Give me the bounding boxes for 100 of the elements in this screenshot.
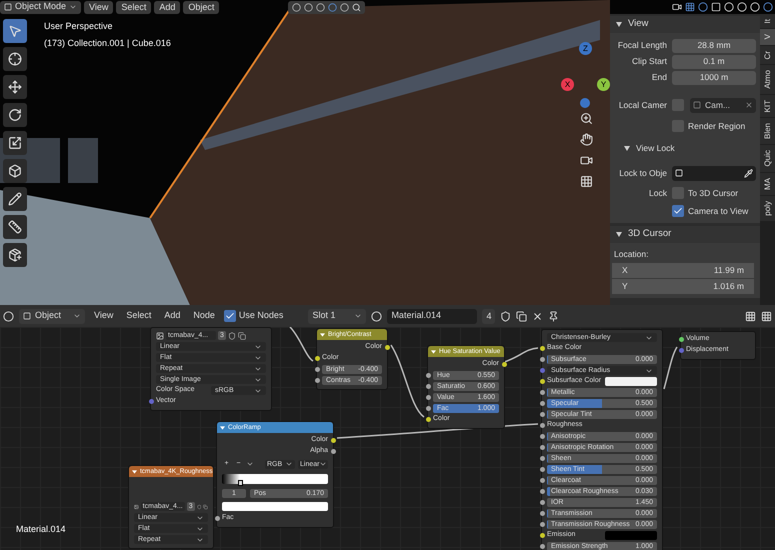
axis-label: Y [622,280,628,293]
collapse-icon[interactable] [220,426,225,430]
menu-item[interactable]: Select [116,0,152,14]
grid-icon[interactable] [580,175,592,188]
rotate-icon [8,108,22,122]
tool-button[interactable] [3,159,27,183]
sidebar-tab[interactable]: It [760,14,775,28]
xray-icon[interactable] [711,2,721,12]
duplicate-icon[interactable] [238,332,246,340]
node-wire [663,346,678,390]
number-field[interactable]: 28.8 mm [672,38,756,52]
menu-item[interactable]: Node [189,309,219,323]
editor-type-icon[interactable] [3,310,14,322]
menu-item[interactable]: Add [154,0,180,14]
menu-item[interactable]: Add [160,309,184,323]
color-swatch[interactable] [605,377,657,386]
collapse-icon[interactable] [320,332,325,336]
checkbox[interactable] [224,310,236,322]
vector-field[interactable]: Y 1.016 m [612,279,754,294]
checkbox-label: Use Nodes [238,309,284,322]
sidebar-tab[interactable]: V [760,29,775,45]
image-icon[interactable] [156,332,164,340]
camera-icon[interactable] [580,154,592,167]
shader-node[interactable] [541,329,663,550]
number-field[interactable]: 1000 m [672,70,756,84]
sidebar-tab[interactable]: MA [760,172,775,195]
menu-item[interactable]: Select [122,309,156,323]
user-count[interactable]: 4 [482,308,496,324]
collapse-icon[interactable] [132,470,137,474]
material-name-field[interactable]: Material.014 [387,308,478,324]
tool-button[interactable] [3,243,27,267]
caret-icon [69,3,78,11]
snap-icon[interactable] [745,310,756,322]
eyedropper-icon[interactable] [744,168,753,178]
tool-button[interactable] [3,75,27,99]
object-icon [675,169,683,177]
checkbox[interactable] [672,120,684,132]
checkbox-label: Camera to View [688,204,748,218]
panel-title[interactable]: View [628,17,648,32]
cursor-icon [8,52,22,66]
object-type-dropdown[interactable]: Object [19,308,85,324]
tool-button[interactable] [3,131,27,155]
field-value: Cam... [705,98,732,112]
tool-button[interactable] [3,103,27,127]
checkbox[interactable] [672,99,684,111]
shield-icon[interactable] [500,310,512,322]
sidebar-tab[interactable]: Quic [760,145,775,172]
ramp-stop-handle[interactable] [238,480,243,486]
node-wire [504,347,538,363]
sidebar-tab[interactable]: Blen [760,118,775,144]
color-ramp-bar[interactable] [222,474,328,484]
pin-icon[interactable] [548,310,560,322]
menu-item[interactable]: View [90,309,118,323]
disclosure-icon[interactable] [616,22,622,27]
sidebar-tab[interactable]: KIT [760,94,775,118]
caret-icon [246,460,254,468]
object-field[interactable] [672,166,756,180]
image-icon[interactable] [134,502,139,510]
collapse-icon[interactable] [431,350,436,354]
clear-icon[interactable] [745,101,753,109]
checkbox-label: Render Region [688,120,746,132]
sidebar-tab[interactable]: Atmo [760,65,775,94]
checkbox-label: To 3D Cursor [688,186,738,200]
vector-field[interactable]: X 11.99 m [612,263,754,278]
zoom-icon[interactable] [580,112,592,125]
menu-item[interactable]: View [84,0,114,14]
material-icon[interactable] [371,310,382,322]
checkbox[interactable] [672,205,684,217]
scale-icon [8,136,22,150]
caret-icon [285,460,293,468]
duplicate-icon[interactable] [516,310,528,322]
field-label: Lock [649,188,667,198]
view-name-text: User Perspective [44,20,114,33]
shield-icon[interactable] [228,332,236,340]
slot-dropdown[interactable]: Slot 1 [308,308,366,324]
disclosure-icon[interactable] [624,146,630,150]
view-icon[interactable] [672,2,682,12]
search-icon[interactable] [352,2,362,12]
object-field[interactable]: Cam... [690,98,756,112]
tool-button[interactable] [3,47,27,71]
field-label: Lock to Obje [619,168,667,178]
sidebar-tab[interactable]: Cr [760,46,775,64]
color-swatch[interactable] [605,531,657,540]
close-icon[interactable] [532,310,544,322]
hand-icon[interactable] [580,133,592,146]
object-icon [693,101,701,109]
field-label: Local Camer [618,100,667,110]
tool-button[interactable] [3,187,27,211]
disclosure-icon[interactable] [616,232,622,237]
field-label: Focal Length [618,40,667,50]
menu-item[interactable]: Object [183,0,220,14]
transform-icon [8,164,22,178]
checkbox[interactable] [672,187,684,199]
color-swatch[interactable] [222,502,328,511]
axis-value: 1.016 m [713,280,744,293]
sidebar-tab[interactable]: poly [760,196,775,221]
tool-button[interactable] [3,215,27,239]
number-field[interactable]: 0.1 m [672,54,756,68]
mode-dropdown[interactable]: Object Mode [0,0,82,14]
subpanel-title[interactable]: View Lock [636,142,675,154]
